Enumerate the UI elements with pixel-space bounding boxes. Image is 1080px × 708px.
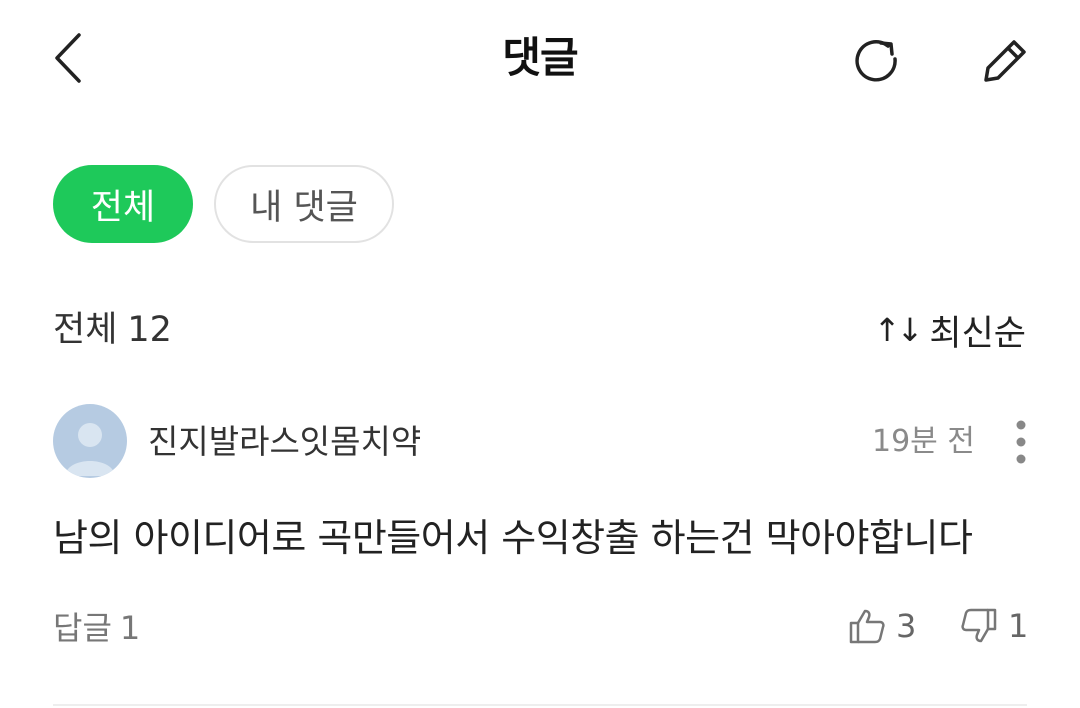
like-count: 3 [896, 607, 917, 645]
comment-count-number: 12 [127, 310, 172, 350]
thumbs-up-icon [849, 609, 885, 644]
sort-label: 최신순 [929, 313, 1026, 354]
comment-count: 전체 12 [53, 305, 172, 355]
comment-count-label: 전체 [53, 310, 118, 350]
like-button[interactable]: 3 [848, 600, 916, 652]
refresh-button[interactable] [846, 30, 908, 92]
page-title: 댓글 [502, 33, 578, 82]
dislike-count: 1 [1008, 607, 1029, 645]
divider [53, 704, 1027, 706]
comment-time: 19분 전 [872, 424, 975, 459]
default-avatar-icon [65, 423, 115, 476]
avatar[interactable] [53, 404, 127, 478]
sort-arrows-icon: ↑↓ [873, 311, 924, 349]
reply-button[interactable]: 답글 1 [53, 602, 140, 654]
dislike-button[interactable]: 1 [960, 600, 1028, 652]
reply-count: 1 [119, 609, 141, 647]
more-vertical-icon [1016, 420, 1026, 464]
thumbs-down-icon [961, 608, 997, 643]
pencil-icon [984, 40, 1026, 82]
write-comment-button[interactable] [974, 30, 1036, 92]
filter-chip-my-comments[interactable]: 내 댓글 [214, 165, 394, 243]
more-options-button[interactable] [1000, 414, 1042, 470]
sort-button[interactable]: ↑↓ 최신순 [874, 305, 1026, 355]
comment-text: 남의 아이디어로 곡만들어서 수익창출 하는건 막아야합니다 [53, 516, 973, 560]
refresh-icon [855, 40, 897, 82]
comment-author[interactable]: 진지발라스잇몸치약 [148, 416, 421, 468]
reply-label: 답글 [53, 609, 112, 647]
filter-chip-all[interactable]: 전체 [53, 165, 193, 243]
